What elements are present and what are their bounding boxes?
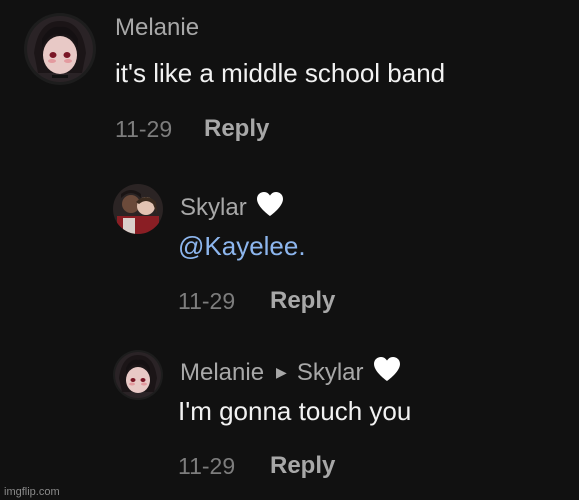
comment-username[interactable]: Melanie ▶ Skylar xyxy=(180,355,402,390)
avatar[interactable] xyxy=(113,184,163,234)
watermark: imgflip.com xyxy=(4,486,60,498)
avatar[interactable] xyxy=(113,350,163,400)
username-text[interactable]: Skylar xyxy=(180,194,247,222)
comment-date: 11-29 xyxy=(178,288,236,314)
white-heart-icon xyxy=(255,190,285,225)
reply-button[interactable]: Reply xyxy=(270,452,335,480)
white-heart-icon xyxy=(372,355,402,390)
username-text[interactable]: Melanie xyxy=(115,14,199,42)
username-text[interactable]: Melanie xyxy=(180,359,264,387)
comment-date: 11-29 xyxy=(178,453,236,479)
reply-button[interactable]: Reply xyxy=(204,115,269,143)
avatar[interactable] xyxy=(24,13,96,85)
comment-text: it's like a middle school band xyxy=(115,58,446,88)
reply-button[interactable]: Reply xyxy=(270,287,335,315)
comment-username[interactable]: Melanie xyxy=(115,14,199,42)
comment-date: 11-29 xyxy=(115,116,173,142)
comment-username[interactable]: Skylar xyxy=(180,190,285,225)
mention-link[interactable]: @Kayelee. xyxy=(178,231,306,262)
comment-text: I'm gonna touch you xyxy=(178,396,412,426)
reply-arrow-icon: ▶ xyxy=(276,364,287,380)
reply-to-username[interactable]: Skylar xyxy=(297,359,364,387)
